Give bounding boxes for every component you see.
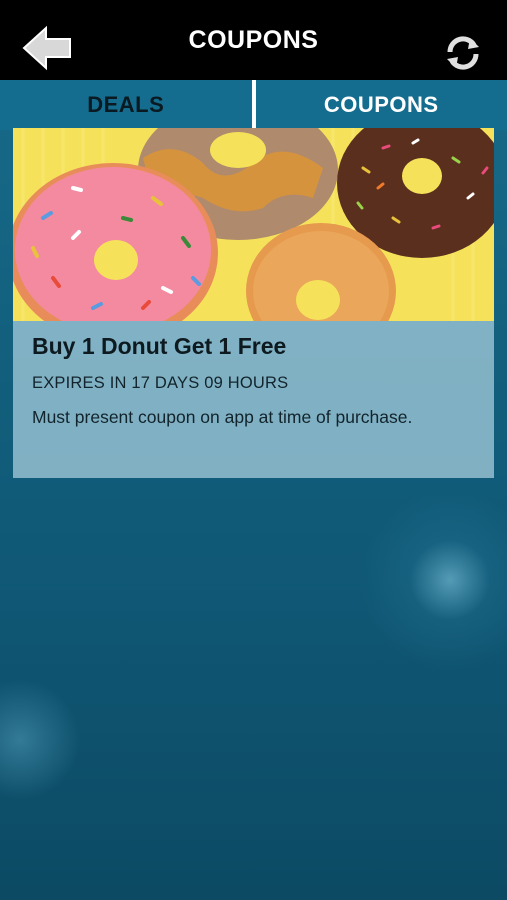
- back-arrow-icon: [22, 25, 71, 71]
- top-bar: COUPONS: [0, 0, 507, 80]
- donuts-image: [13, 128, 494, 321]
- tab-bar: DEALS COUPONS: [0, 80, 507, 130]
- page-title: COUPONS: [188, 25, 319, 54]
- coupon-card[interactable]: Buy 1 Donut Get 1 Free EXPIRES IN 17 DAY…: [13, 128, 494, 478]
- refresh-button[interactable]: [443, 33, 483, 73]
- donuts-illustration: [13, 128, 494, 321]
- coupon-title: Buy 1 Donut Get 1 Free: [32, 333, 287, 359]
- coupon-description: Must present coupon on app at time of pu…: [32, 407, 413, 427]
- coupon-body: Buy 1 Donut Get 1 Free EXPIRES IN 17 DAY…: [13, 321, 494, 428]
- tab-coupons[interactable]: COUPONS: [256, 80, 507, 130]
- refresh-icon: [447, 36, 479, 70]
- tab-deals[interactable]: DEALS: [0, 80, 252, 130]
- coupon-expiry: EXPIRES IN 17 DAYS 09 HOURS: [32, 374, 289, 392]
- back-button[interactable]: [22, 24, 74, 72]
